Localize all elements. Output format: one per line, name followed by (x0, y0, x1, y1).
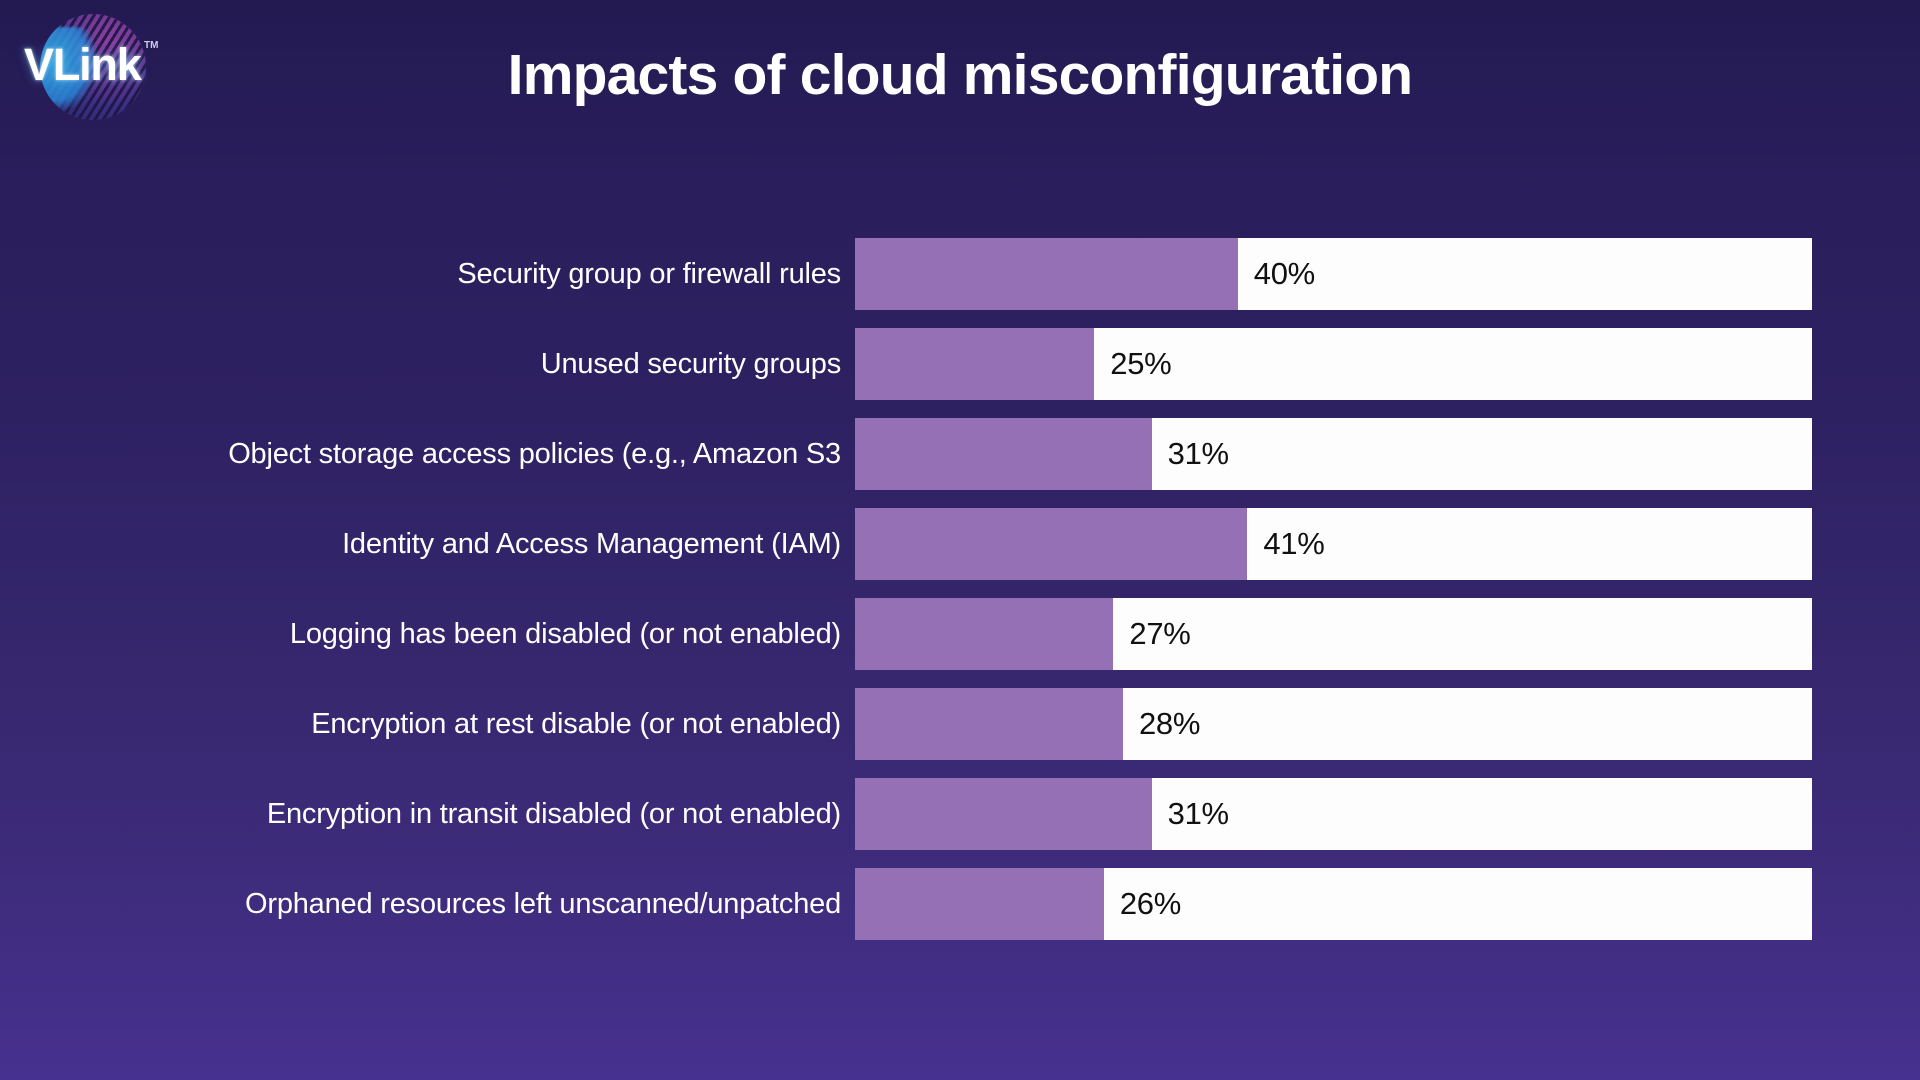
bar-category-label: Logging has been disabled (or not enable… (289, 617, 841, 650)
chart-row: Identity and Access Management (IAM) 41% (0, 508, 1920, 580)
bar-category-label: Security group or firewall rules (457, 257, 841, 290)
bar-fill (855, 328, 1095, 400)
horizontal-bar-chart: Security group or firewall rules 40% Unuse… (0, 238, 1920, 958)
bar-category-label: Identity and Access Management (IAM) (342, 527, 841, 560)
bar-track: 31% (855, 418, 1812, 490)
bar-category-label: Encryption in transit disabled (or not e… (266, 797, 841, 830)
chart-row: Orphaned resources left unscanned/unpatc… (0, 868, 1920, 940)
chart-row: Object storage access policies (e.g., Am… (0, 418, 1920, 490)
bar-value-label: 40% (1253, 256, 1315, 291)
bar-track: 25% (855, 328, 1812, 400)
bar-track: 26% (855, 868, 1812, 940)
bar-fill (855, 778, 1152, 850)
chart-row: Encryption in transit disabled (or not e… (0, 778, 1920, 850)
chart-row: Encryption at rest disable (or not enabl… (0, 688, 1920, 760)
bar-value-label: 25% (1110, 346, 1172, 381)
bar-value-label: 31% (1167, 796, 1229, 831)
chart-row: Logging has been disabled (or not enable… (0, 598, 1920, 670)
bar-track: 27% (855, 598, 1812, 670)
bar-value-label: 28% (1138, 706, 1201, 741)
chart-row: Unused security groups 25% (0, 328, 1920, 400)
bar-fill (855, 508, 1248, 580)
bar-fill (855, 238, 1238, 310)
bar-fill (855, 688, 1123, 760)
bar-category-label: Encryption at rest disable (or not enabl… (311, 707, 841, 740)
bar-category-label: Object storage access policies (e.g., Am… (228, 437, 841, 470)
bar-value-label: 26% (1119, 886, 1181, 921)
bar-track: 40% (855, 238, 1812, 310)
chart-row: Security group or firewall rules 40% (0, 238, 1920, 310)
bar-value-label: 27% (1129, 616, 1191, 651)
bar-track: 31% (855, 778, 1812, 850)
bar-fill (855, 598, 1114, 670)
bar-fill (855, 868, 1104, 940)
bar-value-label: 41% (1263, 526, 1325, 561)
bar-fill (855, 418, 1152, 490)
bar-track: 28% (855, 688, 1812, 760)
bar-value-label: 31% (1167, 436, 1229, 471)
page-title: Impacts of cloud misconfiguration (507, 43, 1413, 107)
bar-category-label: Orphaned resources left unscanned/unpatc… (245, 887, 841, 920)
bar-category-label: Unused security groups (540, 347, 841, 380)
bar-track: 41% (855, 508, 1812, 580)
